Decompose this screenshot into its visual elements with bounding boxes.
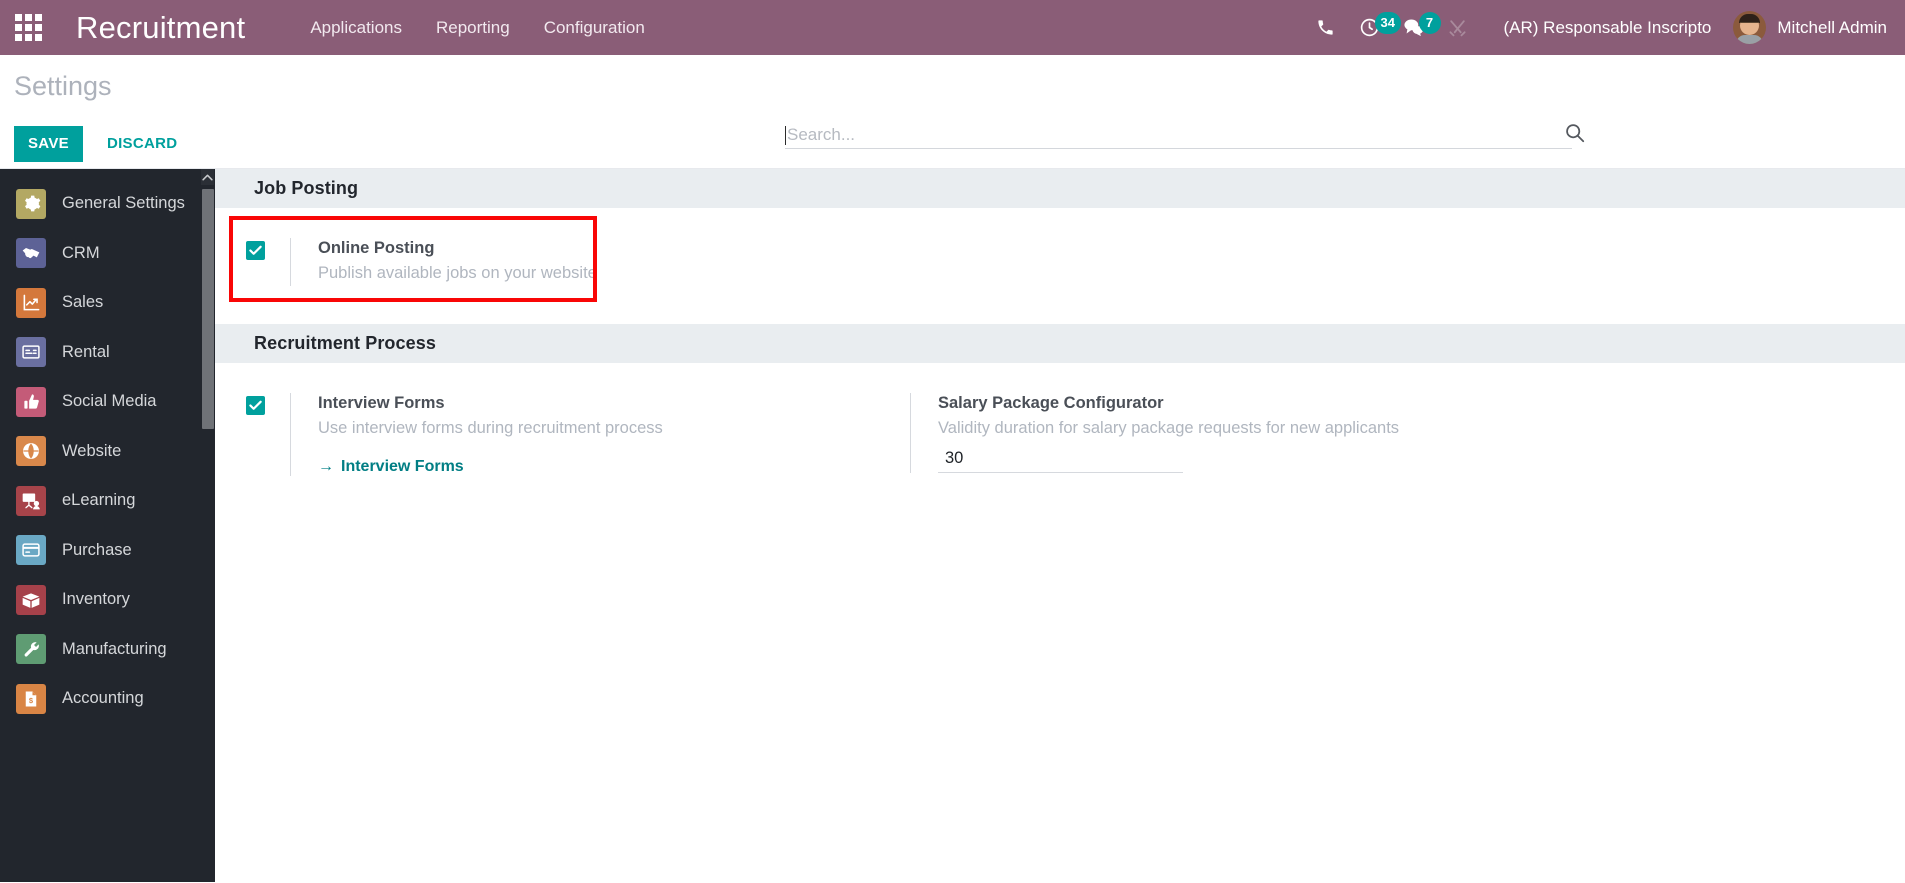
form-actions: SAVE DISCARD: [14, 126, 191, 162]
messages-icon[interactable]: 7: [1392, 0, 1436, 55]
online-posting-text: Online Posting Publish available jobs on…: [290, 238, 597, 286]
setting-online-posting[interactable]: Online Posting Publish available jobs on…: [215, 228, 1026, 296]
main-menu: Applications Reporting Configuration: [310, 18, 645, 38]
top-navbar: Recruitment Applications Reporting Confi…: [0, 0, 1905, 55]
setting-help: Use interview forms during recruitment p…: [318, 417, 663, 441]
menu-item-applications[interactable]: Applications: [310, 18, 402, 38]
sidebar-item-inventory[interactable]: Inventory: [0, 575, 215, 625]
setting-label: Online Posting: [318, 238, 597, 259]
setting-label: Salary Package Configurator: [938, 393, 1399, 414]
interview-forms-link-label: Interview Forms: [341, 458, 464, 476]
ticket-icon: [16, 337, 46, 367]
sidebar-item-rental[interactable]: Rental: [0, 328, 215, 378]
sidebar-item-sales[interactable]: Sales: [0, 278, 215, 328]
presentation-icon: [16, 486, 46, 516]
settings-sidebar: General Settings CRM Sales Rental: [0, 169, 215, 882]
sidebar-item-label: Social Media: [62, 392, 156, 411]
search-view: [785, 125, 1572, 149]
interview-forms-link[interactable]: → Interview Forms: [318, 458, 464, 476]
sidebar-item-label: eLearning: [62, 491, 135, 510]
sidebar-item-general-settings[interactable]: General Settings: [0, 179, 215, 229]
developer-tools-icon[interactable]: [1436, 0, 1480, 55]
discard-button[interactable]: DISCARD: [91, 126, 191, 162]
box-icon: [16, 585, 46, 615]
search-icon[interactable]: [1564, 122, 1585, 148]
online-posting-checkbox[interactable]: [246, 241, 265, 260]
setting-help: Publish available jobs on your website: [318, 262, 597, 286]
sidebar-item-manufacturing[interactable]: Manufacturing: [0, 625, 215, 675]
sidebar-item-label: Sales: [62, 293, 103, 312]
settings-content: Job Posting Online Posting Publish avail…: [215, 169, 1905, 882]
interview-forms-text: Interview Forms Use interview forms duri…: [290, 393, 663, 476]
menu-item-reporting[interactable]: Reporting: [436, 18, 510, 38]
control-panel: Settings SAVE DISCARD: [0, 55, 1905, 169]
setting-salary-package-configurator[interactable]: Salary Package Configurator Validity dur…: [885, 383, 1525, 483]
sidebar-list: General Settings CRM Sales Rental: [0, 169, 215, 724]
section-title-recruitment-process: Recruitment Process: [215, 324, 1905, 363]
section-body-job-posting: Online Posting Publish available jobs on…: [215, 208, 1905, 296]
sidebar-item-crm[interactable]: CRM: [0, 229, 215, 279]
company-switcher[interactable]: (AR) Responsable Inscripto: [1504, 18, 1712, 38]
scroll-up-icon[interactable]: [201, 169, 214, 185]
menu-item-configuration[interactable]: Configuration: [544, 18, 645, 38]
sidebar-scrollbar[interactable]: [201, 169, 215, 882]
sidebar-item-label: Manufacturing: [62, 640, 167, 659]
sidebar-scroll-thumb[interactable]: [202, 189, 214, 429]
wrench-icon: [16, 634, 46, 664]
sidebar-item-label: Inventory: [62, 590, 130, 609]
search-caret: [785, 126, 786, 145]
thumbs-up-icon: [16, 387, 46, 417]
settings-body: General Settings CRM Sales Rental: [0, 169, 1905, 882]
setting-label: Interview Forms: [318, 393, 663, 414]
sidebar-item-label: Rental: [62, 343, 110, 362]
avatar: [1733, 11, 1766, 44]
sidebar-item-social-media[interactable]: Social Media: [0, 377, 215, 427]
handshake-icon: [16, 238, 46, 268]
systray: 34 7 (AR) Responsable Inscripto Mitchell…: [1304, 0, 1893, 55]
section-body-recruitment-process: Interview Forms Use interview forms duri…: [215, 363, 1905, 486]
sidebar-item-label: Website: [62, 442, 121, 461]
phone-icon[interactable]: [1304, 0, 1348, 55]
user-name-label: Mitchell Admin: [1777, 18, 1887, 38]
user-menu[interactable]: Mitchell Admin: [1733, 11, 1893, 44]
sidebar-item-label: Purchase: [62, 541, 132, 560]
arrow-right-icon: →: [318, 458, 334, 476]
sidebar-item-accounting[interactable]: $ Accounting: [0, 674, 215, 724]
sidebar-item-purchase[interactable]: Purchase: [0, 526, 215, 576]
activity-clock-icon[interactable]: 34: [1348, 0, 1392, 55]
gear-icon: [16, 189, 46, 219]
salary-validity-duration-input[interactable]: [938, 447, 1183, 473]
setting-interview-forms[interactable]: Interview Forms Use interview forms duri…: [215, 383, 885, 486]
apps-grid-icon[interactable]: [0, 0, 56, 55]
globe-icon: [16, 436, 46, 466]
page-title: Settings: [14, 71, 112, 102]
save-button[interactable]: SAVE: [14, 126, 83, 162]
sidebar-item-label: Accounting: [62, 689, 144, 708]
setting-help: Validity duration for salary package req…: [938, 417, 1399, 441]
chart-up-icon: [16, 288, 46, 318]
invoice-dollar-icon: $: [16, 684, 46, 714]
app-brand-title[interactable]: Recruitment: [76, 10, 245, 46]
sidebar-item-elearning[interactable]: eLearning: [0, 476, 215, 526]
search-input[interactable]: [787, 125, 1572, 145]
sidebar-item-website[interactable]: Website: [0, 427, 215, 477]
sidebar-item-label: CRM: [62, 244, 100, 263]
credit-card-icon: [16, 535, 46, 565]
sidebar-item-label: General Settings: [62, 194, 185, 213]
interview-forms-checkbox[interactable]: [246, 396, 265, 415]
section-title-job-posting: Job Posting: [215, 169, 1905, 208]
salary-package-text: Salary Package Configurator Validity dur…: [910, 393, 1399, 473]
